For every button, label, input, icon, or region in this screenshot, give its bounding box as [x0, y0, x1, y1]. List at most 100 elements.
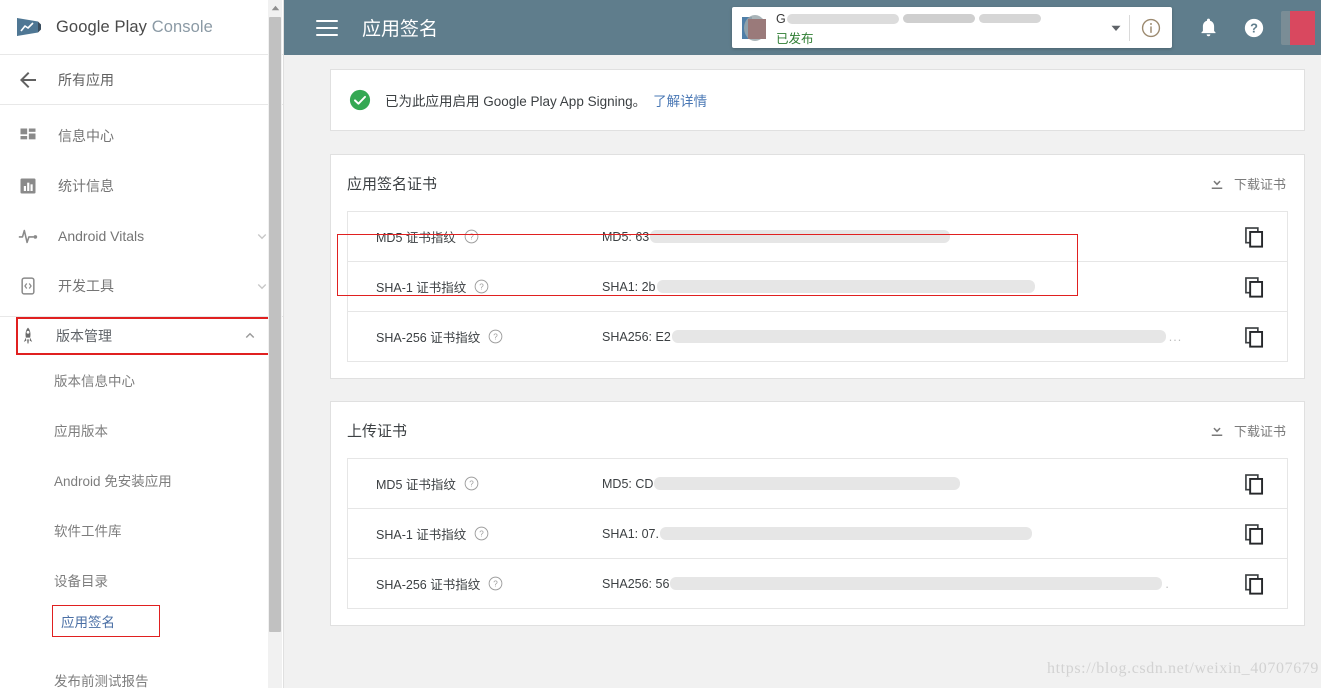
redacted-fingerprint	[656, 280, 1035, 293]
copy-icon[interactable]	[1221, 573, 1287, 595]
sidebar-subitem-app-releases[interactable]: 应用版本	[0, 405, 283, 455]
user-avatar[interactable]	[1281, 10, 1315, 45]
sidebar-subitem-artifact-library[interactable]: 软件工件库	[0, 505, 283, 555]
help-circle-icon[interactable]: ?	[488, 329, 503, 344]
download-certificate-button[interactable]: 下载证书	[1208, 421, 1288, 440]
redacted-fingerprint	[650, 230, 951, 243]
help-circle-icon[interactable]: ?	[488, 576, 503, 591]
subitem-label: 应用版本	[54, 424, 108, 439]
sidebar-subitem-device-catalog[interactable]: 设备目录	[0, 555, 283, 605]
upload-certificate-card: 上传证书 下载证书 MD5 证书指纹 ? MD5: CD SHA-1 证书指纹 …	[330, 401, 1305, 626]
redacted-fingerprint	[671, 330, 1166, 343]
copy-icon[interactable]	[1221, 326, 1287, 348]
sidebar-scrollbar[interactable]	[268, 0, 282, 688]
back-to-all-apps[interactable]: 所有应用	[0, 55, 283, 105]
svg-text:?: ?	[480, 283, 485, 292]
help-circle-icon[interactable]: ?	[464, 476, 479, 491]
subitem-label: 软件工件库	[54, 524, 122, 539]
brand-header[interactable]: Google Play Console	[0, 0, 283, 55]
sidebar-item-label: Android Vitals	[58, 228, 145, 244]
svg-text:?: ?	[469, 233, 474, 242]
sidebar-subitems: 版本信息中心 应用版本 Android 免安装应用 软件工件库 设备目录 应用签…	[0, 355, 283, 688]
help-circle-icon[interactable]: ?	[464, 229, 479, 244]
copy-icon[interactable]	[1221, 226, 1287, 248]
truncation-ellipsis: ...	[1168, 329, 1183, 344]
fingerprint-value-cell: SHA256: 56 .	[602, 577, 1221, 591]
subitem-label: 发布前测试报告	[54, 674, 149, 688]
learn-more-link[interactable]: 了解详情	[653, 90, 707, 110]
sidebar-item-label: 统计信息	[58, 178, 114, 194]
card-title: 上传证书	[347, 422, 408, 440]
help-circle-icon[interactable]: ?	[474, 279, 489, 294]
subitem-label: 版本信息中心	[54, 374, 135, 389]
brand-title: Google Play Console	[56, 18, 213, 37]
row-value-prefix: SHA1: 07.	[602, 526, 659, 541]
table-row: MD5 证书指纹 ? MD5: 63	[348, 212, 1287, 262]
top-bar-actions: ?	[1185, 0, 1321, 55]
card-header: 应用签名证书 下载证书	[347, 155, 1288, 211]
chevron-down-icon[interactable]	[1103, 19, 1129, 37]
sidebar-item-label: 开发工具	[58, 278, 114, 294]
sidebar-item-android-vitals[interactable]: Android Vitals	[0, 211, 283, 261]
sidebar-item-dashboard[interactable]: 信息中心	[0, 111, 283, 161]
help-circle-icon[interactable]: ?	[474, 526, 489, 541]
play-console-window: Google Play Console 所有应用 信息中心 统计信息 Andro…	[0, 0, 1321, 688]
svg-text:?: ?	[493, 333, 498, 342]
scroll-up-arrow[interactable]	[268, 0, 282, 16]
table-row: SHA-256 证书指纹 ? SHA256: 56 .	[348, 559, 1287, 609]
banner-text: 已为此应用启用 Google Play App Signing。	[385, 94, 647, 109]
svg-text:?: ?	[480, 530, 485, 539]
download-icon	[1208, 174, 1226, 192]
download-certificate-button[interactable]: 下载证书	[1208, 174, 1288, 193]
main-area: 应用签名 G 已发布 ? 已为此应用启用 Google Play App Sig…	[284, 0, 1321, 688]
help-circle-icon[interactable]: ?	[1231, 0, 1277, 55]
app-signing-status-banner: 已为此应用启用 Google Play App Signing。 了解详情	[330, 69, 1305, 131]
fingerprint-value-cell: MD5: CD	[602, 477, 1221, 491]
fingerprint-table: MD5 证书指纹 ? MD5: 63 SHA-1 证书指纹 ? SHA1: 2b…	[347, 211, 1288, 362]
download-icon	[1208, 421, 1226, 439]
redacted-app-name-1	[786, 13, 899, 24]
dashboard-icon	[16, 124, 40, 148]
table-row: SHA-1 证书指纹 ? SHA1: 2b	[348, 262, 1287, 312]
truncation-ellipsis: .	[1165, 576, 1170, 591]
redacted-fingerprint	[654, 477, 961, 490]
card-title: 应用签名证书	[347, 175, 438, 193]
fingerprint-value-cell: MD5: 63	[602, 230, 1221, 244]
row-value-prefix: MD5: CD	[602, 476, 654, 491]
subitem-label: 应用签名	[61, 615, 115, 630]
sidebar-subitem-app-signing[interactable]: 应用签名	[52, 605, 160, 637]
fingerprint-label-cell: SHA-1 证书指纹 ?	[348, 524, 602, 543]
sidebar-item-version-management[interactable]: 版本管理	[16, 317, 273, 355]
chevron-up-icon[interactable]	[241, 327, 259, 345]
row-label: SHA-1 证书指纹	[376, 281, 467, 295]
hamburger-menu-icon[interactable]	[316, 19, 338, 36]
fingerprint-value-cell: SHA1: 07.	[602, 527, 1221, 541]
page-content: 已为此应用启用 Google Play App Signing。 了解详情 应用…	[284, 55, 1321, 688]
app-selector-dropdown[interactable]: G 已发布	[732, 7, 1172, 48]
redacted-app-name-2	[902, 14, 975, 23]
vitals-pulse-icon	[16, 224, 40, 248]
copy-icon[interactable]	[1221, 276, 1287, 298]
copy-icon[interactable]	[1221, 473, 1287, 495]
copy-icon[interactable]	[1221, 523, 1287, 545]
row-label: SHA-256 证书指纹	[376, 331, 481, 345]
sidebar-subitem-release-dashboard[interactable]: 版本信息中心	[0, 355, 283, 405]
row-label: MD5 证书指纹	[376, 478, 456, 492]
sidebar-nav: 信息中心 统计信息 Android Vitals 开发工具 版本管理 版本信息中…	[0, 105, 283, 688]
sidebar-subitem-prelaunch-report[interactable]: 发布前测试报告	[0, 655, 283, 688]
sidebar-subitem-android-instant-apps[interactable]: Android 免安装应用	[0, 455, 283, 505]
svg-text:?: ?	[1250, 20, 1258, 35]
sidebar-item-statistics[interactable]: 统计信息	[0, 161, 283, 211]
check-circle-icon	[349, 89, 371, 111]
download-label: 下载证书	[1233, 423, 1286, 439]
app-initial: G	[776, 11, 786, 26]
card-header: 上传证书 下载证书	[347, 402, 1288, 458]
sidebar-item-dev-tools[interactable]: 开发工具	[0, 261, 283, 311]
info-circle-icon[interactable]	[1130, 17, 1172, 39]
row-label: SHA-1 证书指纹	[376, 528, 467, 542]
svg-text:?: ?	[493, 580, 498, 589]
app-selector-text: G	[776, 10, 1103, 45]
subitem-label: 设备目录	[54, 574, 108, 589]
bell-icon[interactable]	[1185, 0, 1231, 55]
scrollbar-thumb[interactable]	[269, 17, 281, 632]
